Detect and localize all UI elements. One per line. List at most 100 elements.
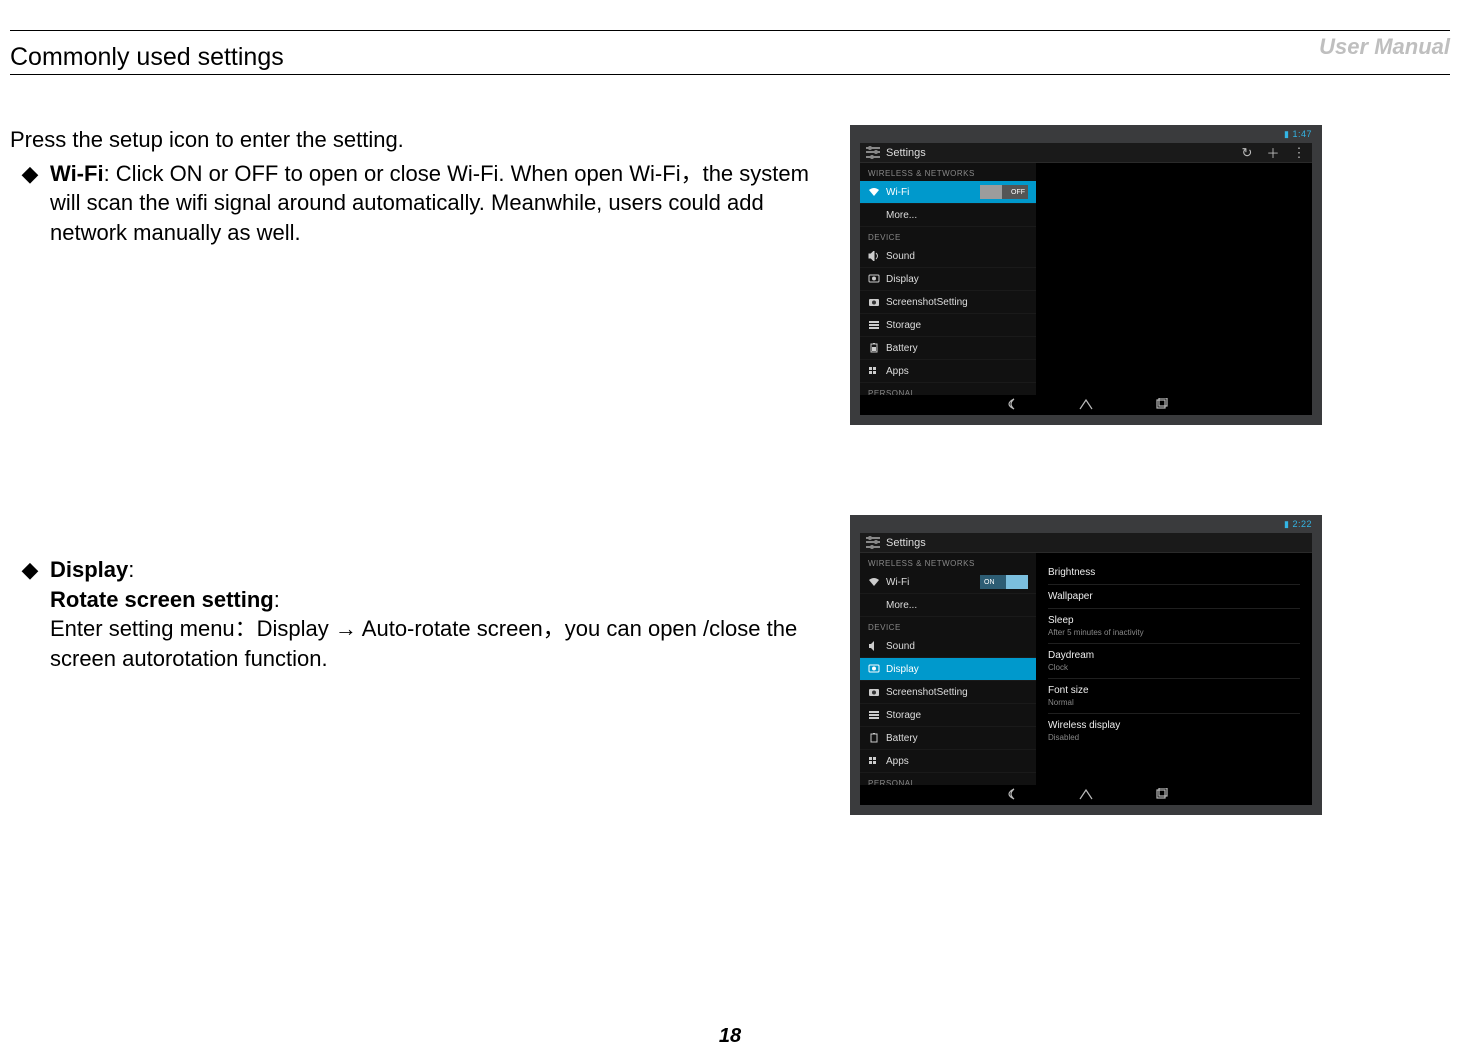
rotate-setting-line: Rotate screen setting: — [50, 585, 830, 615]
display-bullet-body: Display: — [50, 555, 830, 585]
sidebar-item-wifi[interactable]: Wi-Fi ON OFF — [860, 181, 1036, 204]
speaker-icon — [868, 641, 880, 651]
settings-icon — [866, 146, 880, 160]
sidebar-item-label: Sound — [886, 251, 915, 262]
detail-pane-empty — [1036, 163, 1312, 401]
sidebar-item-sound[interactable]: Sound — [860, 245, 1036, 268]
rotate-label: Rotate screen setting — [50, 587, 274, 612]
sidebar-item-label: Battery — [886, 733, 918, 744]
wifi-toggle[interactable]: ON OFF — [980, 575, 1028, 589]
sidebar-item-label: Sound — [886, 641, 915, 652]
sidebar-header-device: DEVICE — [860, 617, 1036, 635]
sidebar-item-display[interactable]: Display — [860, 268, 1036, 291]
screenshot-wifi-settings: ▮ 1:47 Settings ↻ ＋ ⋮ WIRELESS & NETWORK… — [850, 125, 1322, 425]
settings-sidebar: WIRELESS & NETWORKS Wi-Fi ON OFF — [860, 553, 1036, 791]
wifi-text: : Click ON or OFF to open or close Wi-Fi… — [50, 161, 809, 245]
back-icon[interactable] — [1002, 398, 1018, 413]
recents-icon[interactable] — [1154, 398, 1170, 413]
header-user-manual: User Manual — [1319, 34, 1450, 60]
sidebar-header-wireless: WIRELESS & NETWORKS — [860, 553, 1036, 571]
app-header: Settings ↻ ＋ ⋮ — [860, 143, 1312, 163]
sidebar-item-label: Apps — [886, 756, 909, 767]
sidebar-item-display[interactable]: Display — [860, 658, 1036, 681]
status-bar-time: ▮ 1:47 — [1284, 129, 1312, 140]
display-text-column: ◆ Display: Rotate screen setting: Enter … — [10, 515, 830, 674]
sidebar-item-label: Storage — [886, 710, 921, 721]
sidebar-item-label: Storage — [886, 320, 921, 331]
detail-wireless-display[interactable]: Wireless display Disabled — [1048, 714, 1300, 748]
home-icon[interactable] — [1078, 398, 1094, 413]
display-icon — [868, 664, 880, 674]
status-bar-time: ▮ 2:22 — [1284, 519, 1312, 530]
arrow-icon: → — [335, 616, 357, 641]
page-number: 18 — [0, 1025, 1460, 1048]
sidebar-item-label: Wi-Fi — [886, 187, 909, 198]
sidebar-item-label: ScreenshotSetting — [886, 687, 968, 698]
add-icon[interactable]: ＋ — [1260, 143, 1286, 162]
sidebar-item-label: More... — [886, 600, 917, 611]
app-title: Settings — [886, 147, 926, 159]
wifi-icon — [868, 187, 880, 197]
sidebar-item-label: Battery — [886, 343, 918, 354]
android-navbar — [860, 785, 1312, 805]
storage-icon — [868, 710, 880, 720]
refresh-icon[interactable]: ↻ — [1234, 145, 1260, 161]
detail-fontsize[interactable]: Font size Normal — [1048, 679, 1300, 714]
screenshot-display-settings: ▮ 2:22 Settings WIRELESS & NETWORKS W — [850, 515, 1322, 815]
back-icon[interactable] — [1002, 788, 1018, 803]
detail-wallpaper[interactable]: Wallpaper — [1048, 585, 1300, 609]
sidebar-item-battery[interactable]: Battery — [860, 337, 1036, 360]
settings-icon — [866, 536, 880, 550]
detail-pane-display: Brightness Wallpaper Sleep After 5 minut… — [1036, 553, 1312, 791]
sidebar-item-apps[interactable]: Apps — [860, 750, 1036, 773]
sidebar-item-label: Apps — [886, 366, 909, 377]
intro-text: Press the setup icon to enter the settin… — [10, 125, 830, 155]
home-icon[interactable] — [1078, 788, 1094, 803]
section-title: Commonly used settings — [10, 43, 1450, 75]
sidebar-item-more[interactable]: More... — [860, 594, 1036, 617]
battery-icon — [868, 733, 880, 743]
recents-icon[interactable] — [1154, 788, 1170, 803]
display-colon: : — [128, 557, 134, 582]
sidebar-item-screenshot[interactable]: ScreenshotSetting — [860, 291, 1036, 314]
bullet-icon: ◆ — [10, 159, 50, 248]
camera-icon — [868, 297, 880, 307]
sidebar-item-screenshot[interactable]: ScreenshotSetting — [860, 681, 1036, 704]
wifi-icon — [868, 577, 880, 587]
sidebar-item-storage[interactable]: Storage — [860, 704, 1036, 727]
sidebar-item-battery[interactable]: Battery — [860, 727, 1036, 750]
wifi-label: Wi-Fi — [50, 161, 104, 186]
app-title: Settings — [886, 537, 926, 549]
sidebar-item-label: Display — [886, 274, 919, 285]
battery-icon — [868, 343, 880, 353]
apps-icon — [868, 366, 880, 376]
app-header: Settings — [860, 533, 1312, 553]
menu-icon[interactable]: ⋮ — [1286, 145, 1312, 161]
sidebar-item-label: ScreenshotSetting — [886, 297, 968, 308]
sidebar-item-label: Wi-Fi — [886, 577, 909, 588]
top-rule — [10, 30, 1450, 31]
sidebar-item-more[interactable]: More... — [860, 204, 1036, 227]
sidebar-header-wireless: WIRELESS & NETWORKS — [860, 163, 1036, 181]
detail-sleep[interactable]: Sleep After 5 minutes of inactivity — [1048, 609, 1300, 644]
sidebar-item-apps[interactable]: Apps — [860, 360, 1036, 383]
android-navbar — [860, 395, 1312, 415]
storage-icon — [868, 320, 880, 330]
rotate-body: Enter setting menu：Display → Auto-rotate… — [50, 614, 830, 673]
sidebar-item-wifi[interactable]: Wi-Fi ON OFF — [860, 571, 1036, 594]
apps-icon — [868, 756, 880, 766]
wifi-toggle[interactable]: ON OFF — [980, 185, 1028, 199]
sidebar-item-label: More... — [886, 210, 917, 221]
display-icon — [868, 274, 880, 284]
rotate-colon: : — [274, 587, 280, 612]
sidebar-item-storage[interactable]: Storage — [860, 314, 1036, 337]
detail-daydream[interactable]: Daydream Clock — [1048, 644, 1300, 679]
wifi-text-column: Press the setup icon to enter the settin… — [10, 125, 830, 248]
detail-brightness[interactable]: Brightness — [1048, 561, 1300, 585]
display-label: Display — [50, 557, 128, 582]
camera-icon — [868, 687, 880, 697]
bullet-icon: ◆ — [10, 555, 50, 585]
settings-sidebar: WIRELESS & NETWORKS Wi-Fi ON OFF — [860, 163, 1036, 401]
sidebar-item-sound[interactable]: Sound — [860, 635, 1036, 658]
sidebar-item-label: Display — [886, 664, 919, 675]
